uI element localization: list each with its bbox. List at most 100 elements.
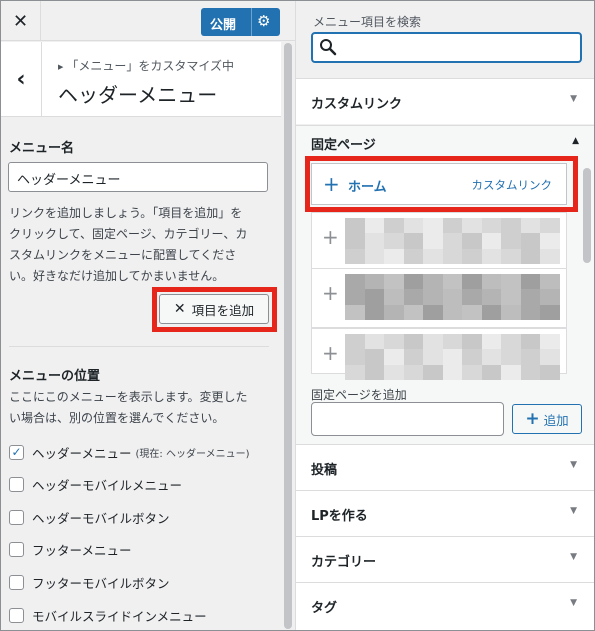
blur-cell (364, 334, 385, 350)
page-title: ヘッダーメニュー (58, 83, 218, 107)
available-items-panel: メニュー項目を検索 カスタムリンク ▼ 固定ページ ▲ + ホーム カスタムリン… (295, 1, 594, 630)
section-posts[interactable]: 投稿 ▼ (296, 444, 594, 490)
section-title: カテゴリー (311, 555, 377, 570)
back-chevron-icon[interactable]: ‹ (1, 42, 42, 117)
breadcrumb-text: 「メニュー」をカスタマイズ中 (66, 59, 235, 73)
chevron-down-icon: ▼ (570, 94, 577, 104)
publish-button[interactable]: 公開 ⚙ (201, 8, 280, 36)
help-line: クリックして、固定ページ、カテゴリー、カ (9, 227, 248, 241)
checkbox[interactable] (9, 476, 24, 492)
blur-cell (520, 334, 541, 350)
blur-cell (384, 349, 404, 365)
page-item[interactable]: + (311, 268, 567, 328)
checkbox[interactable] (9, 541, 24, 557)
add-items-label: 項目を追加 (191, 302, 255, 318)
blur-cell (462, 233, 482, 249)
blur-cell (403, 334, 424, 350)
section-title: カスタムリンク (311, 97, 403, 112)
blur-cell (520, 274, 541, 290)
section-categories[interactable]: カテゴリー ▼ (296, 536, 594, 582)
blur-cell (540, 218, 560, 234)
search-input[interactable] (311, 32, 582, 63)
add-page-button-label: 追加 (543, 412, 569, 428)
section-title: タグ (311, 601, 338, 616)
blur-cell (540, 334, 560, 350)
section-custom-link[interactable]: カスタムリンク ▼ (296, 78, 594, 124)
checkbox[interactable] (9, 509, 24, 525)
blur-cell (423, 349, 443, 365)
section-tags[interactable]: タグ ▼ (296, 582, 594, 630)
add-items-button[interactable]: ✕ 項目を追加 (159, 294, 269, 324)
checkbox-checked[interactable]: ✓ (9, 444, 24, 460)
pages-scrollbar[interactable] (583, 168, 591, 263)
blur-cell (462, 274, 482, 290)
desc-line: い場合は、別の位置を選んでください。 (9, 411, 225, 425)
location-note: (現在: ヘッダーメニュー) (135, 448, 250, 460)
section-lp[interactable]: LPを作る ▼ (296, 490, 594, 536)
location-label: フッターメニュー (32, 542, 132, 558)
blurred-page-title (345, 334, 560, 380)
chevron-down-icon: ▼ (570, 598, 577, 608)
page-item[interactable]: + (311, 328, 567, 380)
location-option-mobile-slide-in[interactable]: モバイルスライドインメニュー (9, 606, 207, 624)
checkbox[interactable] (9, 574, 24, 590)
blur-cell (442, 364, 463, 380)
checkbox[interactable] (9, 607, 24, 623)
chevron-down-icon: ▼ (570, 460, 577, 470)
blur-cell (481, 304, 502, 320)
blur-cell (423, 274, 443, 290)
chevron-up-icon[interactable]: ▲ (572, 136, 579, 146)
location-option-footer-mobile-button[interactable]: フッターモバイルボタン (9, 573, 170, 591)
left-scrollbar[interactable] (284, 43, 292, 629)
location-option-header-mobile-button[interactable]: ヘッダーモバイルボタン (9, 508, 170, 526)
location-option-footer[interactable]: フッターメニュー (9, 540, 132, 558)
blur-cell (442, 304, 463, 320)
help-line: い。好きなだけ追加してかまいません。 (9, 269, 225, 283)
blur-cell (442, 274, 463, 290)
page-item[interactable]: + (311, 212, 567, 272)
search-icon (320, 39, 337, 56)
close-icon[interactable]: ✕ (1, 1, 41, 41)
chevron-down-icon: ▼ (570, 552, 577, 562)
blur-cell (540, 349, 560, 365)
section-title: 固定ページ (311, 138, 376, 153)
blur-cell (403, 349, 424, 365)
blur-cell (403, 218, 424, 234)
plus-icon: + (322, 281, 339, 305)
plus-icon: + (322, 225, 339, 249)
menu-name-label: メニュー名 (9, 141, 75, 156)
blurred-page-title (345, 218, 560, 264)
blur-cell (462, 248, 482, 264)
blur-cell (384, 248, 404, 264)
blur-cell (481, 289, 502, 305)
customizer-frame: ✕ 公開 ⚙ ‹ ▶ 「メニュー」をカスタマイズ中 ヘッダーメニュー メニュー名 … (0, 0, 595, 631)
location-label: フッターモバイルボタン (32, 575, 170, 591)
blur-cell (501, 274, 521, 290)
blur-cell (442, 218, 463, 234)
blur-cell (345, 233, 365, 249)
blur-cell (481, 248, 502, 264)
blur-cell (540, 364, 560, 380)
blur-cell (384, 334, 404, 350)
gear-icon[interactable]: ⚙ (257, 12, 270, 30)
blur-cell (540, 248, 560, 264)
blur-cell (345, 334, 365, 350)
blur-cell (423, 248, 443, 264)
blur-cell (540, 274, 560, 290)
blur-cell (384, 289, 404, 305)
blur-cell (462, 364, 482, 380)
blur-cell (364, 304, 385, 320)
blur-cell (364, 349, 385, 365)
blur-cell (384, 218, 404, 234)
location-option-header-mobile[interactable]: ヘッダーモバイルメニュー (9, 475, 182, 493)
location-option-header[interactable]: ✓ ヘッダーメニュー (現在: ヘッダーメニュー) (9, 443, 249, 461)
blur-cell (520, 248, 541, 264)
menu-location-desc: ここにこのメニューを表示します。変更した い場合は、別の位置を選んでください。 (9, 387, 248, 429)
blur-cell (481, 274, 502, 290)
plus-icon: + (322, 341, 339, 365)
blur-cell (540, 304, 560, 320)
add-page-input[interactable] (311, 402, 504, 436)
add-page-button[interactable]: + 追加 (512, 404, 582, 434)
menu-name-field[interactable]: ヘッダーメニュー (8, 162, 268, 192)
divider (9, 346, 269, 347)
